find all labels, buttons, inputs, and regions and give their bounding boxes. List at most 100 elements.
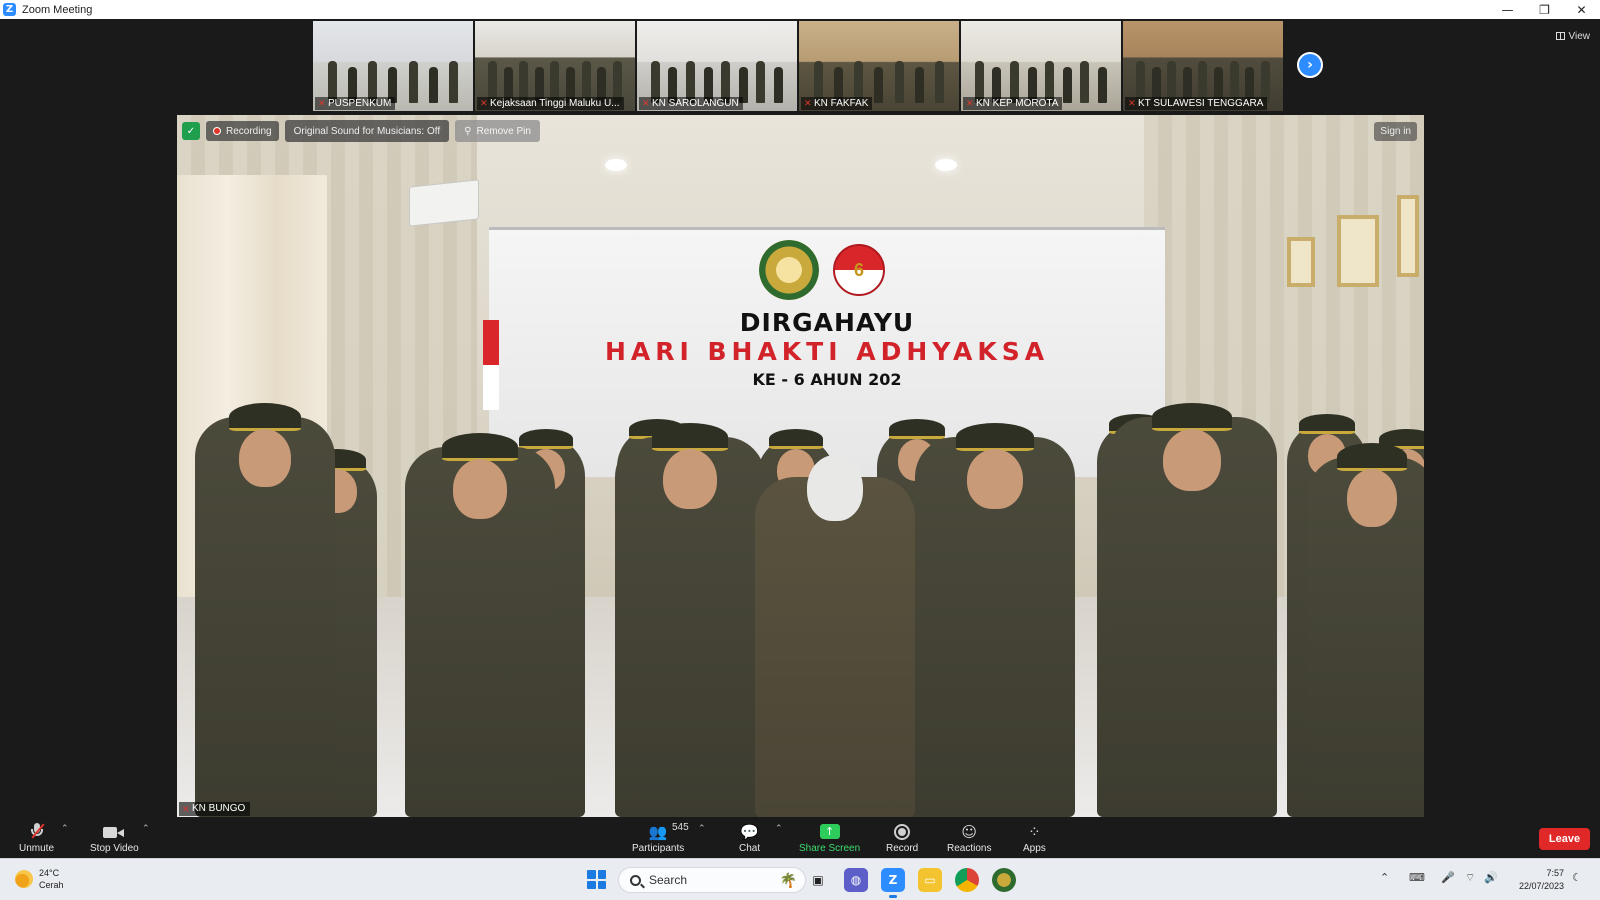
participant-thumbnail[interactable]: ✕ KN SAROLANGUN (637, 21, 797, 111)
chrome-icon[interactable] (955, 868, 979, 892)
search-placeholder: Search (649, 873, 688, 887)
participant-thumbnail[interactable]: ✕ KN FAKFAK (799, 21, 959, 111)
participants-count: 545 (672, 822, 689, 833)
camera-icon (103, 825, 125, 839)
restore-button[interactable]: ❐ (1526, 0, 1563, 19)
apps-icon: ⁘ (1028, 822, 1041, 841)
keyboard-icon[interactable]: ⌨ (1409, 871, 1425, 884)
sign-in-button[interactable]: Sign in (1374, 122, 1417, 141)
wall-frame (1287, 237, 1315, 287)
search-icon (630, 874, 641, 886)
apps-button[interactable]: ⁘ Apps (1023, 822, 1046, 855)
muted-mic-icon: ✕ (1128, 98, 1136, 108)
grid-view-icon (1555, 32, 1565, 40)
video-participants (485, 55, 626, 103)
weather-sun-icon (15, 870, 33, 888)
participant-thumbnail[interactable]: ✕ PUSPENKUM (313, 21, 473, 111)
windows-start-button[interactable] (587, 870, 606, 889)
remove-pin-button[interactable]: ⚲ Remove Pin (455, 120, 540, 142)
person (1107, 403, 1277, 817)
pin-icon: ⚲ (464, 125, 472, 137)
show-hidden-icons-chevron-icon[interactable]: ⌃ (1380, 871, 1389, 884)
leave-button[interactable]: Leave (1539, 828, 1590, 850)
view-button[interactable]: View (1555, 27, 1591, 45)
record-icon (894, 823, 911, 840)
meeting-toolbar: Unmute ⌃ Stop Video ⌃ 👥 Participants 545… (0, 818, 1600, 858)
teams-chat-icon[interactable]: ◍ (844, 868, 868, 892)
video-options-caret-icon[interactable]: ⌃ (142, 824, 150, 834)
participant-name-label: ✕ KT SULAWESI TENGGARA (1125, 97, 1268, 110)
windows-taskbar: 24°C Cerah Search 🌴 ▣ ◍ Z ▭ ⌃ ⌨ 🎤 ⌔ 🔊 7:… (0, 858, 1600, 900)
record-button[interactable]: Record (886, 822, 918, 854)
meeting-stage: View ✕ PUSPENKUM ✕ Kejaksaan Tinggi Maluku… (0, 19, 1600, 818)
muted-mic-icon: ✕ (480, 98, 488, 108)
volume-icon[interactable]: 🔊 (1484, 871, 1498, 884)
microphone-icon[interactable]: 🎤 (1441, 871, 1455, 884)
remove-pin-label: Remove Pin (476, 125, 531, 137)
zoom-logo-icon: Z (3, 3, 16, 16)
muted-mic-icon: ✕ (182, 804, 190, 814)
share-screen-label: Share Screen (799, 843, 861, 854)
next-page-button[interactable]: › (1297, 52, 1323, 78)
chat-options-caret-icon[interactable]: ⌃ (775, 824, 783, 834)
notifications-moon-icon[interactable]: ☾ (1572, 871, 1582, 884)
participant-thumbnail[interactable]: ✕ Kejaksaan Tinggi Maluku U... (475, 21, 635, 111)
banner-logos: 6 (759, 240, 885, 300)
close-button[interactable]: ✕ (1563, 0, 1600, 19)
participants-icon: 👥 (648, 822, 668, 841)
smiley-icon: ☺ (961, 822, 978, 841)
file-explorer-icon[interactable]: ▭ (918, 868, 942, 892)
chat-button[interactable]: 💬 Chat (739, 822, 760, 855)
video-participants (809, 55, 950, 103)
person (1307, 443, 1424, 817)
air-conditioner (409, 179, 479, 227)
unmute-label: Unmute (19, 843, 55, 854)
weather-widget[interactable]: 24°C Cerah (15, 867, 64, 891)
share-screen-icon: ↑ (819, 824, 840, 839)
kejaksaan-app-icon[interactable] (992, 868, 1016, 892)
muted-mic-icon: ✕ (642, 98, 650, 108)
muted-mic-icon: ✕ (966, 98, 974, 108)
video-participants (1133, 55, 1274, 103)
audio-options-caret-icon[interactable]: ⌃ (61, 824, 69, 834)
clock-date: 22/07/2023 (1518, 881, 1564, 891)
unmute-button[interactable]: Unmute (19, 822, 54, 854)
main-video[interactable]: 6 DIRGAHAYU HARI BHAKTI ADHYAKSA KE - 6 … (177, 115, 1424, 817)
apps-label: Apps (1023, 843, 1046, 854)
reactions-label: Reactions (947, 843, 992, 854)
participant-thumbnail[interactable]: ✕ KT SULAWESI TENGGARA (1123, 21, 1283, 111)
ceiling-light (605, 159, 627, 171)
person (755, 455, 915, 817)
zoom-app-icon[interactable]: Z (881, 868, 905, 898)
video-participants (647, 55, 788, 103)
participant-thumbnail[interactable]: ✕ KN KEP MOROTA (961, 21, 1121, 111)
main-participant-label: ✕ KN BUNGO (179, 802, 251, 816)
participant-name-label: ✕ KN KEP MOROTA (963, 97, 1063, 110)
participants-label: Participants (632, 843, 685, 854)
wall-frame (1397, 195, 1419, 277)
participant-thumbnail-strip: ✕ PUSPENKUM ✕ Kejaksaan Tinggi Maluku U...… (313, 21, 1283, 111)
chat-bubble-icon: 💬 (740, 822, 759, 841)
taskbar-search[interactable]: Search 🌴 (618, 867, 806, 893)
original-sound-button[interactable]: Original Sound for Musicians: Off (284, 120, 450, 142)
encryption-shield-icon[interactable]: ✓ (182, 122, 200, 140)
minimize-button[interactable]: — (1489, 0, 1526, 19)
kejaksaan-emblem-icon (759, 240, 819, 300)
window-controls: — ❐ ✕ (1489, 0, 1600, 19)
system-clock[interactable]: 7:57 22/07/2023 (1508, 867, 1564, 893)
participants-options-caret-icon[interactable]: ⌃ (698, 824, 706, 834)
view-button-label: View (1568, 30, 1591, 42)
muted-mic-icon: ✕ (804, 98, 812, 108)
task-view-icon[interactable]: ▣ (806, 868, 830, 892)
person (405, 433, 555, 817)
anniversary-logo-icon: 6 (833, 244, 885, 296)
share-screen-button[interactable]: ↑ Share Screen (799, 822, 860, 854)
person (615, 423, 765, 817)
clock-time: 7:57 (1546, 868, 1564, 878)
ceiling-light (935, 159, 957, 171)
stop-video-button[interactable]: Stop Video (90, 822, 139, 854)
recording-indicator[interactable]: Recording (206, 121, 279, 141)
reactions-button[interactable]: ☺ Reactions (947, 822, 992, 855)
wifi-icon[interactable]: ⌔ (1465, 871, 1475, 885)
participant-name-label: ✕ Kejaksaan Tinggi Maluku U... (477, 97, 624, 110)
